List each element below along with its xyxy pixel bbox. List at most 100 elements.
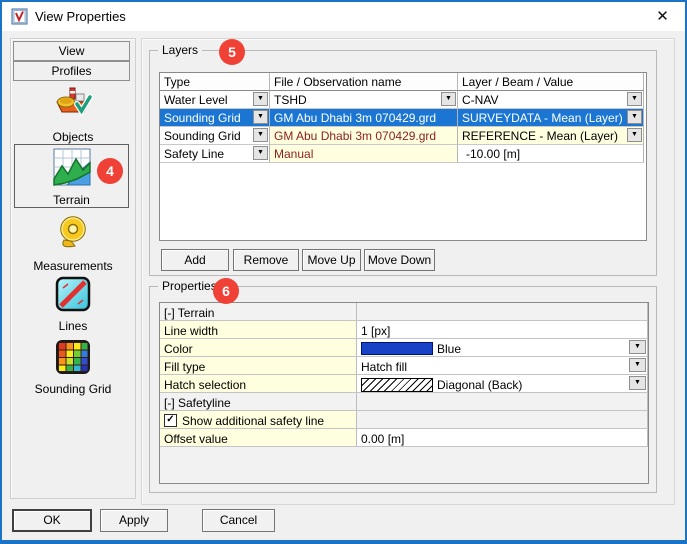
lines-icon [55,276,91,312]
chevron-down-icon[interactable]: ▼ [253,128,268,142]
cell-text: Safety Line [164,147,224,161]
property-value-offset-value[interactable]: 0.00 [m] [357,429,648,447]
sidebar-item-label: Lines [11,319,135,333]
layers-table: Type File / Observation name Layer / Bea… [159,72,647,241]
cell-text: Hatch fill [361,360,407,374]
layer-row-value-cell[interactable]: -10.00 [m] [458,145,644,163]
layer-row-type-cell[interactable]: Safety Line ▼ [160,145,270,163]
window-title: View Properties [35,9,126,24]
property-category-value [357,393,648,411]
layer-row-file-cell[interactable]: TSHD ▼ [270,91,458,109]
cell-text: C-NAV [462,93,498,107]
sidebar: View Profiles Objects [10,38,136,499]
layer-row-value-cell[interactable]: REFERENCE - Mean (Layer) ▼ [458,127,644,145]
property-label-show-safety-line[interactable]: ✓ Show additional safety line [160,411,357,429]
property-value-hatch-selection[interactable]: Diagonal (Back) ▼ [357,375,648,393]
cell-text: SURVEYDATA - Mean (Layer) [462,111,623,125]
title-bar: View Properties ✕ [2,2,685,31]
layers-group: Layers Type File / Observation name Laye… [149,50,657,276]
sidebar-item-label: Sounding Grid [11,382,135,396]
layer-row-file-cell[interactable]: Manual [270,145,458,163]
layer-row-type-cell[interactable]: Sounding Grid ▼ [160,109,270,127]
step-badge-6: 6 [213,278,239,304]
property-label-color[interactable]: Color [160,339,357,357]
chevron-down-icon[interactable]: ▼ [627,110,642,124]
property-value-show-safety-line [357,411,648,429]
chevron-down-icon[interactable]: ▼ [627,92,642,106]
cancel-button[interactable]: Cancel [202,509,275,532]
chevron-down-icon[interactable]: ▼ [253,110,268,124]
property-label-fill-type[interactable]: Fill type [160,357,357,375]
move-up-button[interactable]: Move Up [302,249,361,271]
sidebar-item-objects[interactable]: Objects [11,85,135,144]
cell-text: TSHD [274,93,307,107]
ok-button[interactable]: OK [12,509,92,532]
chevron-down-icon[interactable]: ▼ [253,92,268,106]
cell-text: GM Abu Dhabi 3m 070429.grd [274,111,436,125]
hatch-pattern-swatch [361,378,433,392]
terrain-icon [53,148,91,186]
layer-row-value-cell[interactable]: C-NAV ▼ [458,91,644,109]
column-header-type[interactable]: Type [160,73,270,91]
objects-ship-icon [53,85,93,123]
chevron-down-icon[interactable]: ▼ [627,128,642,142]
cell-text: Sounding Grid [164,111,241,125]
sidebar-item-label: Objects [11,130,135,144]
step-badge-5: 5 [219,39,245,65]
layers-table-empty-area[interactable] [160,163,644,240]
app-icon [11,8,28,25]
layer-row-value-cell[interactable]: SURVEYDATA - Mean (Layer) ▼ [458,109,644,127]
cell-text: Diagonal (Back) [437,378,522,392]
layer-row-file-cell[interactable]: GM Abu Dhabi 3m 070429.grd [270,127,458,145]
property-label-hatch-selection[interactable]: Hatch selection [160,375,357,393]
sidebar-item-lines[interactable]: Lines [11,276,135,333]
properties-grid-empty-area [160,447,648,483]
layer-row-type-cell[interactable]: Water Level ▼ [160,91,270,109]
column-header-layer[interactable]: Layer / Beam / Value [458,73,644,91]
sidebar-item-label: Terrain [15,193,128,207]
chevron-down-icon[interactable]: ▼ [629,340,646,354]
sounding-grid-icon [55,339,91,375]
property-label-line-width[interactable]: Line width [160,321,357,339]
checkbox-checked[interactable]: ✓ [164,414,177,427]
property-value-line-width[interactable]: 1 [px] [357,321,648,339]
add-button[interactable]: Add [161,249,229,271]
cell-text: GM Abu Dhabi 3m 070429.grd [274,129,436,143]
cell-text: Water Level [164,93,228,107]
property-label-offset-value[interactable]: Offset value [160,429,357,447]
apply-button[interactable]: Apply [100,509,168,532]
remove-button[interactable]: Remove [233,249,299,271]
cell-text: Show additional safety line [182,414,324,428]
move-down-button[interactable]: Move Down [364,249,435,271]
properties-grid: [-] Terrain Line width 1 [px] Color Blue… [159,302,649,484]
measurements-tape-icon [55,214,91,252]
cell-text: Blue [437,342,461,356]
column-header-file[interactable]: File / Observation name [270,73,458,91]
cell-text: Sounding Grid [164,129,241,143]
cell-text: -10.00 [m] [466,147,520,161]
property-value-color[interactable]: Blue ▼ [357,339,648,357]
chevron-down-icon[interactable]: ▼ [629,376,646,390]
property-value-fill-type[interactable]: Hatch fill ▼ [357,357,648,375]
property-category-terrain[interactable]: [-] Terrain [160,303,357,321]
tab-view[interactable]: View [13,41,130,61]
chevron-down-icon[interactable]: ▼ [253,146,268,160]
chevron-down-icon[interactable]: ▼ [629,358,646,372]
chevron-down-icon[interactable]: ▼ [441,92,456,106]
tab-profiles[interactable]: Profiles [13,61,130,81]
property-category-safetyline[interactable]: [-] Safetyline [160,393,357,411]
sidebar-item-measurements[interactable]: Measurements [11,214,135,273]
color-swatch [361,342,433,355]
layer-row-file-cell[interactable]: GM Abu Dhabi 3m 070429.grd [270,109,458,127]
cell-text: Manual [274,147,313,161]
close-icon[interactable]: ✕ [640,2,685,31]
properties-group-label: Properties [158,279,221,293]
step-badge-4: 4 [97,158,123,184]
sidebar-item-sounding-grid[interactable]: Sounding Grid [11,339,135,396]
cell-text: REFERENCE - Mean (Layer) [462,129,618,143]
layer-row-type-cell[interactable]: Sounding Grid ▼ [160,127,270,145]
layers-group-label: Layers [158,43,202,57]
view-properties-dialog: View Properties ✕ View Profiles Objects [0,0,687,544]
sidebar-item-label: Measurements [11,259,135,273]
content-panel: Layers Type File / Observation name Laye… [141,38,675,505]
